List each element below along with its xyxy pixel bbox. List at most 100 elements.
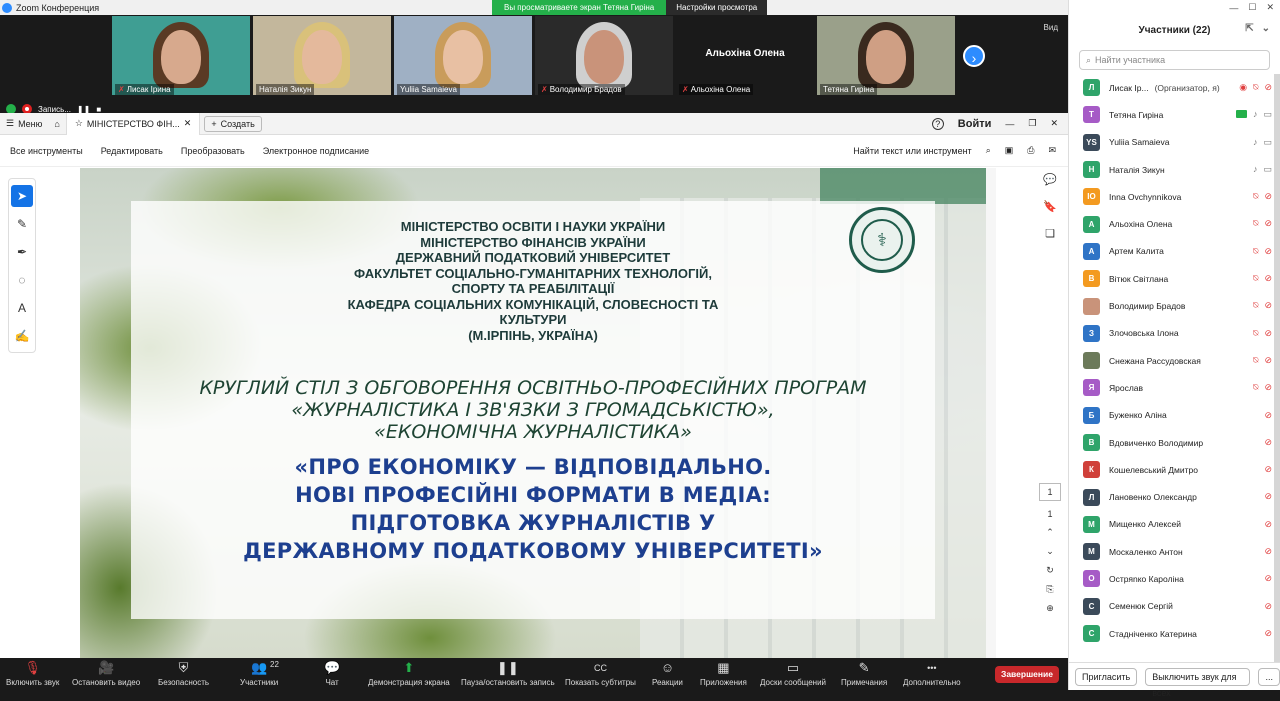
more-button[interactable]: ••• Дополнительно <box>903 658 961 690</box>
camera-off-icon[interactable]: ⊘ <box>1264 191 1272 202</box>
help-icon[interactable]: ? <box>931 117 944 130</box>
video-tile[interactable]: ✗ Володимир Брадов <box>535 16 673 95</box>
print-icon[interactable]: ⎙ <box>1027 145 1034 156</box>
chat-button[interactable]: 💬 Чат <box>324 658 340 690</box>
mute-all-button[interactable]: Выключить звук для всех <box>1145 667 1251 698</box>
participant-row[interactable]: Б Буженко Аліна ⊘ <box>1069 402 1280 429</box>
zoom-in-icon[interactable]: ⊕ <box>1046 603 1054 614</box>
mic-icon[interactable]: ♪ <box>1253 164 1258 175</box>
camera-off-icon[interactable]: ⊘ <box>1264 437 1272 448</box>
home-icon[interactable]: ⌂ <box>48 113 65 135</box>
participant-row[interactable]: IO Inna Ovchynnikova ⍉ ⊘ <box>1069 183 1280 210</box>
menu-button[interactable]: ☰ Меню <box>0 113 48 135</box>
camera-off-icon[interactable]: ⊘ <box>1264 246 1272 257</box>
participant-row[interactable]: М Мищенко Алексей ⊘ <box>1069 511 1280 538</box>
view-options-button[interactable]: Настройки просмотра <box>666 0 768 15</box>
page-up-icon[interactable]: ⌃ <box>1046 527 1054 538</box>
mic-off-icon[interactable]: ⍉ <box>1253 273 1258 284</box>
signin-button[interactable]: Войти <box>958 118 992 130</box>
participant-row[interactable]: К Кошелевський Дмитро ⊘ <box>1069 456 1280 483</box>
participant-search-input[interactable]: ⌕ Найти участника <box>1079 50 1270 70</box>
share-screen-button[interactable]: ⬆ Демонстрация экрана <box>368 658 450 690</box>
mic-icon[interactable]: ♪ <box>1253 137 1258 148</box>
camera-off-icon[interactable]: ⊘ <box>1264 546 1272 557</box>
notes-button[interactable]: ✎ Примечания <box>841 658 887 690</box>
end-meeting-button[interactable]: Завершение <box>995 666 1059 683</box>
participant-row[interactable]: Л Лановенко Олександр ⊘ <box>1069 483 1280 510</box>
video-tile[interactable]: Тетяна Гиріна <box>817 16 955 95</box>
create-button[interactable]: + Создать <box>204 115 262 132</box>
camera-off-icon[interactable]: ⊘ <box>1264 355 1272 366</box>
restore-icon[interactable]: ❐ <box>1028 118 1036 129</box>
draw-lasso-icon[interactable]: ◌ <box>11 269 33 291</box>
popout-icon[interactable]: ⇱ <box>1245 23 1253 34</box>
mic-off-icon[interactable]: ⍉ <box>1253 382 1258 393</box>
find-input[interactable]: Найти текст или инструмент <box>853 146 971 156</box>
page-down-icon[interactable]: ⌄ <box>1046 546 1054 557</box>
participant-row[interactable]: С Семенюк Сергій ⊘ <box>1069 593 1280 620</box>
minimize-icon[interactable]: — <box>1005 119 1014 129</box>
cc-button[interactable]: CC Показать субтитры <box>565 658 636 690</box>
video-tile[interactable]: Альохіна Олена ✗ Альохіна Олена <box>676 16 814 95</box>
star-icon[interactable]: ☆ <box>75 118 83 129</box>
pages-icon[interactable]: ❏ <box>1045 227 1055 240</box>
camera-off-icon[interactable]: ⊘ <box>1264 573 1272 584</box>
participant-row[interactable]: Снежана Рассудовская ⍉ ⊘ <box>1069 347 1280 374</box>
camera-off-icon[interactable]: ⊘ <box>1264 273 1272 284</box>
camera-off-icon[interactable]: ⊘ <box>1264 328 1272 339</box>
participant-row[interactable]: В Вітюк Світлана ⍉ ⊘ <box>1069 265 1280 292</box>
mic-off-icon[interactable]: ⍉ <box>1253 246 1258 257</box>
camera-off-icon[interactable]: ⊘ <box>1264 82 1272 93</box>
camera-off-icon[interactable]: ⊘ <box>1264 382 1272 393</box>
toolbar-convert[interactable]: Преобразовать <box>181 146 245 156</box>
participant-row[interactable]: С Стадніченко Катерина ⊘ <box>1069 620 1280 647</box>
comment-panel-icon[interactable]: 💬 <box>1043 173 1057 186</box>
extract-icon[interactable]: ⎘ <box>1046 584 1053 595</box>
add-comment-icon[interactable]: ✎ <box>11 213 33 235</box>
text-box-icon[interactable]: A <box>11 297 33 319</box>
mic-off-icon[interactable]: ⍉ <box>1253 328 1258 339</box>
view-label[interactable]: Вид <box>1044 23 1058 32</box>
document-tab[interactable]: ☆ МІНІСТЕРСТВО ФІН... ✕ <box>65 112 201 135</box>
camera-button[interactable]: 🎥 Остановить видео <box>72 658 140 690</box>
bookmark-icon[interactable]: 🔖 <box>1043 200 1057 213</box>
page-number-input[interactable]: 1 <box>1039 483 1061 501</box>
participant-row[interactable]: З Злочовська Ілона ⍉ ⊘ <box>1069 320 1280 347</box>
whiteboard-button[interactable]: ▭ Доски сообщений <box>760 658 826 690</box>
participant-row[interactable]: Н Наталія Зикун ♪ ▭ <box>1069 156 1280 183</box>
camera-icon[interactable]: ▭ <box>1263 109 1272 120</box>
video-tile[interactable]: Yuliia Samaieva <box>394 16 532 95</box>
toolbar-edit[interactable]: Редактировать <box>101 146 163 156</box>
mail-icon[interactable]: ✉ <box>1048 145 1056 156</box>
camera-icon[interactable]: ▭ <box>1263 137 1272 148</box>
collapse-icon[interactable]: ⌄ <box>1262 23 1270 34</box>
camera-off-icon[interactable]: ⊘ <box>1264 491 1272 502</box>
participant-row[interactable]: Я Ярослав ⍉ ⊘ <box>1069 374 1280 401</box>
participant-row[interactable]: А Артем Калита ⍉ ⊘ <box>1069 238 1280 265</box>
people-button[interactable]: 👥 22 Участники <box>240 658 279 690</box>
mic-off-icon[interactable]: ⍉ <box>1253 191 1258 202</box>
video-tile[interactable]: ✗ Лисак Ірина <box>112 16 250 95</box>
rotate-icon[interactable]: ↻ <box>1046 565 1054 576</box>
apps-button[interactable]: ▦ Приложения <box>700 658 747 690</box>
next-page-arrow-icon[interactable]: › <box>963 45 985 67</box>
mic-off-icon[interactable]: ⍉ <box>1253 82 1258 93</box>
shield-button[interactable]: ⛨ Безопасность <box>158 658 209 690</box>
camera-off-icon[interactable]: ⊘ <box>1264 601 1272 612</box>
mic-icon[interactable]: ♪ <box>1253 109 1258 120</box>
participant-row[interactable]: YS Yuliia Samaieva ♪ ▭ <box>1069 129 1280 156</box>
participant-row[interactable]: Л Лисак Ір... (Организатор, я) ◉ ⍉ ⊘ <box>1069 74 1280 101</box>
video-tile[interactable]: Наталія Зикун <box>253 16 391 95</box>
maximize-icon[interactable]: ☐ <box>1248 2 1256 13</box>
participant-scrollbar[interactable] <box>1274 74 1280 664</box>
minimize-icon[interactable]: — <box>1229 3 1238 13</box>
highlight-pen-icon[interactable]: ✒ <box>11 241 33 263</box>
search-icon[interactable]: ⌕ <box>986 145 991 156</box>
participant-row[interactable]: О Остряnко Кароліна ⊘ <box>1069 565 1280 592</box>
invite-button[interactable]: Пригласить <box>1075 667 1138 686</box>
mic-off-icon[interactable]: ⍉ <box>1253 218 1258 229</box>
save-icon[interactable]: ▣ <box>1005 145 1014 156</box>
participant-row[interactable]: В Вдовиченко Володимир ⊘ <box>1069 429 1280 456</box>
camera-icon[interactable]: ▭ <box>1263 164 1272 175</box>
camera-off-icon[interactable]: ⊘ <box>1264 519 1272 530</box>
